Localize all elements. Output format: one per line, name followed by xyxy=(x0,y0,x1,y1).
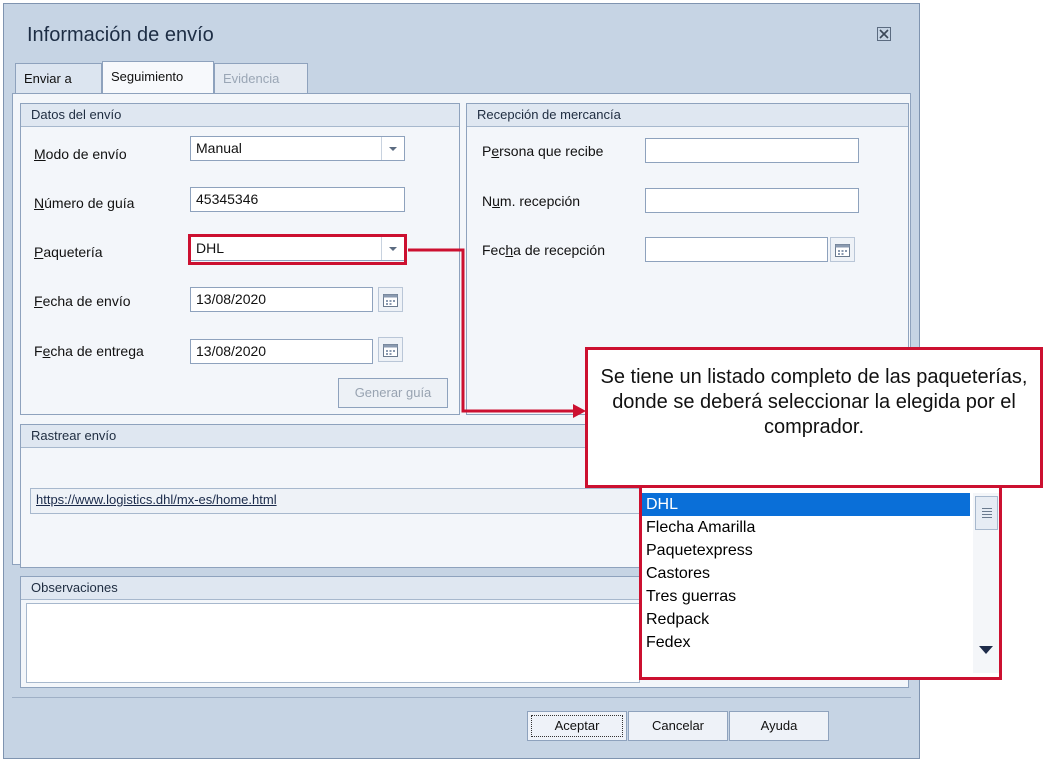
group-header: Recepción de mercancía xyxy=(467,104,908,127)
label-fecha-envio: Fecha de envío xyxy=(34,293,131,309)
label-num-recepcion: Num. recepción xyxy=(482,193,581,209)
label-paqueteria: Paquetería xyxy=(34,244,103,260)
list-item-paquetexpress[interactable]: Paquetexpress xyxy=(642,539,970,562)
tab-label: Evidencia xyxy=(223,71,280,86)
chevron-down-icon[interactable] xyxy=(381,137,404,160)
observaciones-textarea[interactable] xyxy=(26,603,640,683)
label-numero-guia: Número de guía xyxy=(34,195,135,211)
scroll-down-arrow-icon[interactable] xyxy=(978,645,994,655)
fecha-envio-input[interactable]: 13/08/2020 xyxy=(190,287,373,312)
tab-evidencia[interactable]: Evidencia xyxy=(214,63,308,94)
list-item-fedex[interactable]: Fedex xyxy=(642,631,970,654)
scrollbar-thumb[interactable] xyxy=(975,496,998,530)
tab-seguimiento[interactable]: Seguimiento xyxy=(102,61,214,94)
list-item-dhl[interactable]: DHL xyxy=(642,493,970,516)
tab-enviar-a[interactable]: Enviar a xyxy=(15,63,102,94)
highlight-paqueteria xyxy=(188,234,407,265)
dialog-title: Información de envío xyxy=(27,24,214,46)
ayuda-label: Ayuda xyxy=(760,718,798,733)
cancelar-button[interactable]: Cancelar xyxy=(628,711,728,741)
fecha-entrega-input[interactable]: 13/08/2020 xyxy=(190,339,373,364)
list-item-flecha-amarilla[interactable]: Flecha Amarilla xyxy=(642,516,970,539)
group-header-label: Observaciones xyxy=(31,580,118,595)
modo-envio-select[interactable]: Manual xyxy=(190,136,405,161)
modo-envio-value: Manual xyxy=(196,140,242,156)
aceptar-button[interactable]: Aceptar xyxy=(527,711,627,741)
list-item-tres-guerras[interactable]: Tres guerras xyxy=(642,585,970,608)
persona-recibe-input[interactable] xyxy=(645,138,859,163)
label-modo-envio: Modo de envío xyxy=(34,146,127,162)
numero-guia-input[interactable]: 45345346 xyxy=(190,187,405,212)
list-item-castores[interactable]: Castores xyxy=(642,562,970,585)
callout-box: Se tiene un listado completo de las paqu… xyxy=(585,347,1043,488)
num-recepcion-input[interactable] xyxy=(645,188,859,213)
callout-connector xyxy=(408,248,586,418)
group-header: Datos del envío xyxy=(21,104,459,127)
label-fecha-entrega: Fecha de entrega xyxy=(34,343,144,359)
label-persona-recibe: Persona que recibe xyxy=(482,143,604,159)
aceptar-label: Aceptar xyxy=(554,718,600,733)
tab-label: Enviar a xyxy=(24,71,72,86)
calendar-icon[interactable] xyxy=(830,237,855,262)
ayuda-button[interactable]: Ayuda xyxy=(729,711,829,741)
close-icon[interactable] xyxy=(876,26,892,42)
callout-text: Se tiene un listado completo de las paqu… xyxy=(600,366,1028,438)
paqueteria-dropdown-list: DHL Flecha Amarilla Paquetexpress Castor… xyxy=(639,488,1002,680)
cancelar-label: Cancelar xyxy=(651,718,705,733)
fecha-recepcion-input[interactable] xyxy=(645,237,828,262)
bottom-divider xyxy=(12,697,911,698)
dropdown-scrollbar[interactable] xyxy=(973,493,999,673)
tab-label: Seguimiento xyxy=(111,69,184,84)
tracking-url-link[interactable]: https://www.logistics.dhl/mx-es/home.htm… xyxy=(36,492,277,507)
list-item-redpack[interactable]: Redpack xyxy=(642,608,970,631)
